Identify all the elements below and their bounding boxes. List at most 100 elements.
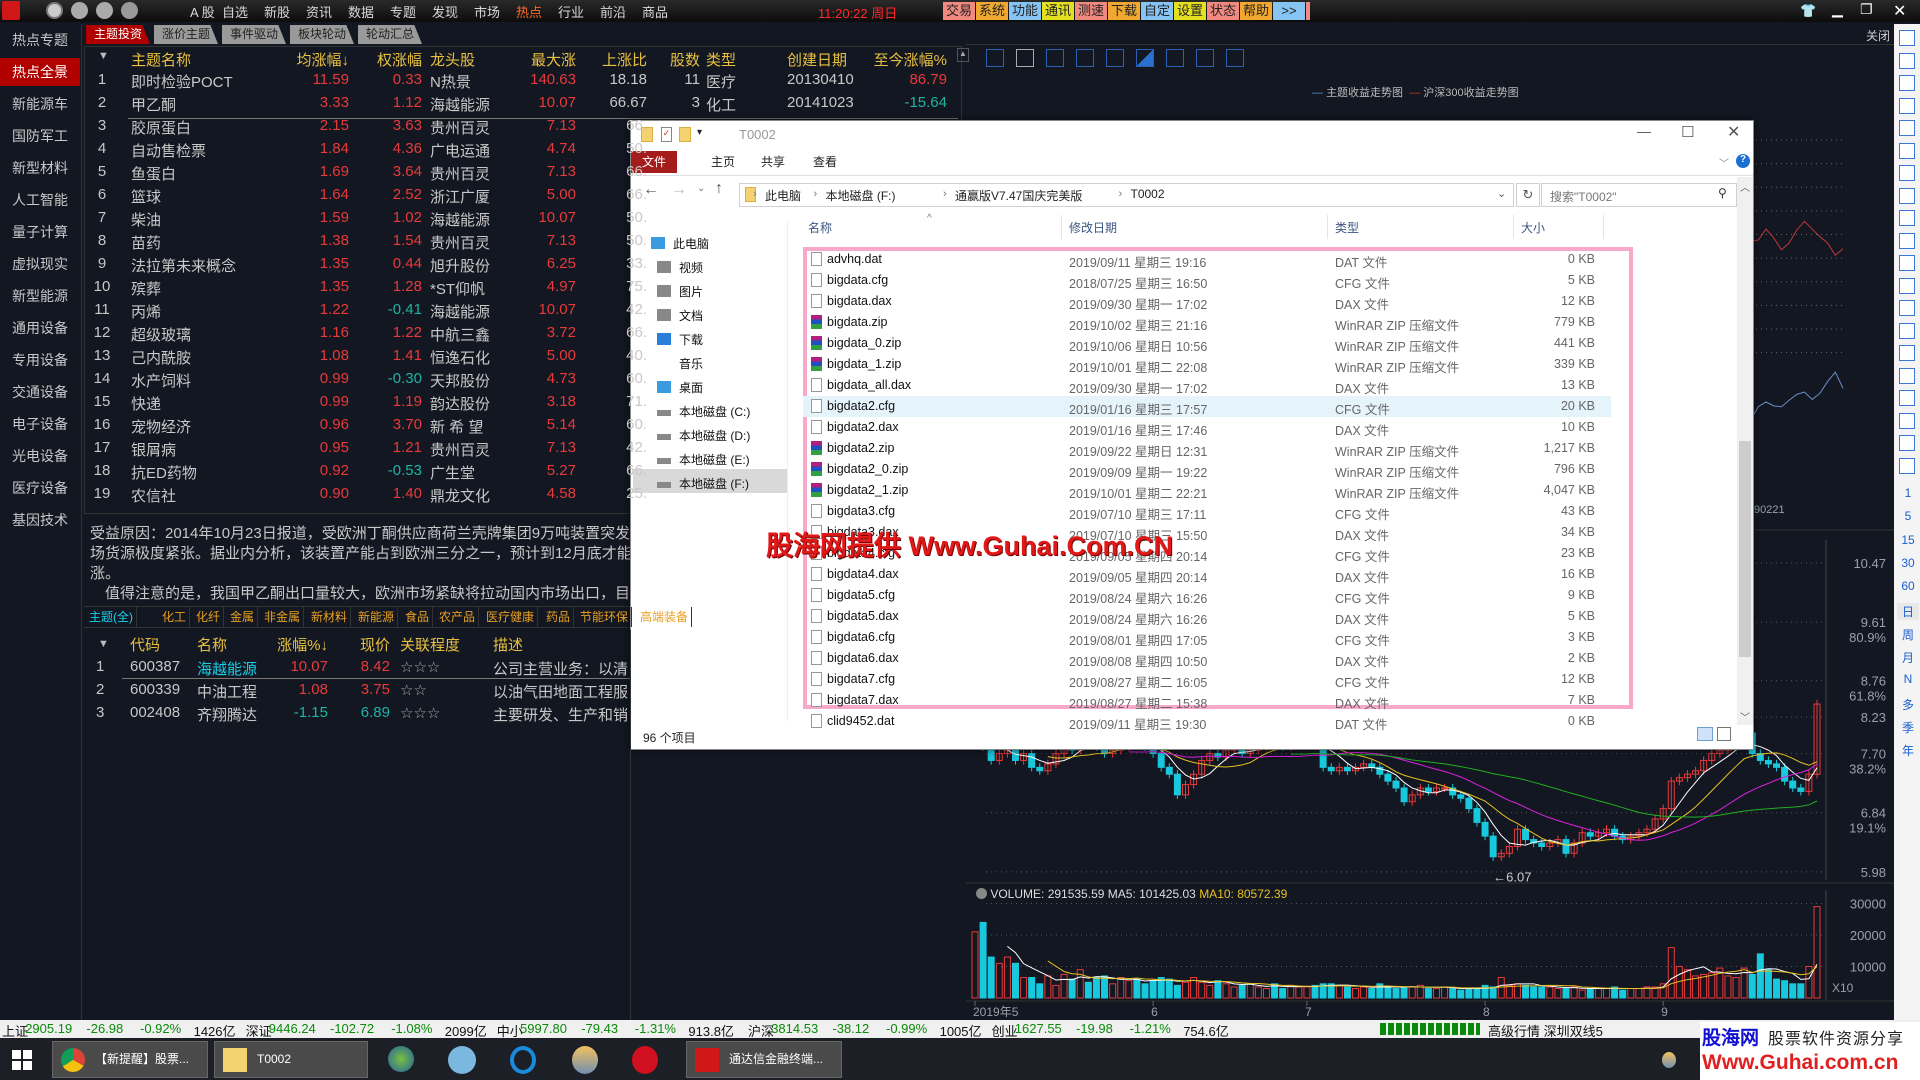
breadcrumb-item[interactable]: T0002 (1131, 187, 1165, 201)
toolbar-tool-icon[interactable] (1899, 165, 1915, 181)
ribbon-expand-icon[interactable]: ﹀ (1719, 155, 1729, 170)
maximize-button[interactable]: ☐ (1681, 123, 1694, 141)
column-header[interactable]: 至今涨幅% (874, 49, 947, 70)
column-header[interactable]: 涨幅%↓ (277, 634, 328, 655)
details-view-icon[interactable] (1697, 727, 1713, 741)
scatter-tool-icon[interactable] (1106, 49, 1124, 67)
toolbar-tool-icon[interactable] (1899, 345, 1915, 361)
sidebar-item[interactable]: 医疗设备 (0, 474, 80, 502)
toolbar-tool-icon[interactable] (1899, 30, 1915, 46)
file-row[interactable]: bigdata2_0.zip 2019/09/09 星期一 19:22 WinRAR… (803, 459, 1611, 480)
search-icon[interactable]: ⚲ (1718, 186, 1727, 200)
forward-button[interactable]: → (671, 181, 687, 199)
refresh-button[interactable]: ↻ (1516, 183, 1540, 207)
toolbar-tool-icon[interactable] (1899, 120, 1915, 136)
grid-tool-icon[interactable] (1196, 49, 1214, 67)
app-icon[interactable] (572, 1046, 598, 1074)
mask-icon[interactable] (121, 2, 138, 19)
table-cell[interactable]: 殡葬 (131, 278, 161, 299)
new-folder-icon[interactable] (679, 127, 691, 142)
function-button[interactable]: 交易 (943, 2, 975, 20)
column-header[interactable]: 股数 (670, 49, 700, 70)
tab-3[interactable]: 板块轮动 (290, 25, 355, 44)
category-tab[interactable]: 医疗健康 (483, 607, 539, 627)
file-row[interactable]: bigdata4.dax 2019/09/05 星期四 20:14 DAX 文件 16… (803, 564, 1611, 585)
taskbar-item[interactable]: 通达信金融终端... (686, 1041, 842, 1078)
area-tool-icon[interactable] (1136, 49, 1154, 67)
search-input[interactable]: 搜索"T0002" (1541, 183, 1737, 207)
tab-2[interactable]: 事件驱动 (222, 25, 287, 44)
column-header[interactable]: 主题名称 (131, 49, 191, 70)
file-row[interactable]: bigdata5.dax 2019/08/24 星期六 16:26 DAX 文件 5 … (803, 606, 1611, 627)
table-cell[interactable]: 齐翔腾达 (197, 704, 257, 725)
restore-icon[interactable]: ❐ (1860, 1, 1873, 18)
period-button[interactable]: 月 (1897, 649, 1919, 666)
table-cell[interactable]: 002408 (130, 704, 180, 721)
function-button[interactable]: 设置 (1174, 2, 1206, 20)
ribbon-tab-2[interactable]: 共享 (749, 151, 785, 173)
column-header[interactable]: 现价 (360, 634, 390, 655)
sidebar-item[interactable]: 虚拟现实 (0, 250, 80, 278)
volume-toggle-icon[interactable] (976, 888, 987, 899)
quick-access-dropdown-icon[interactable]: ▾ (697, 127, 702, 138)
file-row[interactable]: bigdata7.cfg 2019/08/27 星期二 16:05 CFG 文件 12… (803, 669, 1611, 690)
file-row[interactable]: bigdata_1.zip 2019/10/01 星期二 22:08 WinRAR … (803, 354, 1611, 375)
toolbar-tool-icon[interactable] (1899, 210, 1915, 226)
taskbar-item[interactable]: 【新提醒】股票... (52, 1041, 208, 1078)
toolbar-tool-icon[interactable] (1899, 255, 1915, 271)
function-button[interactable]: 自定 (1141, 2, 1173, 20)
nav-item[interactable]: 音乐 (679, 355, 703, 372)
table-cell[interactable]: 篮球 (131, 186, 161, 207)
file-row[interactable]: bigdata2_1.zip 2019/10/01 星期二 22:21 WinRAR… (803, 480, 1611, 501)
sidebar-item[interactable]: 电子设备 (0, 410, 80, 438)
file-row[interactable]: bigdata6.cfg 2019/08/01 星期四 17:05 CFG 文件 3 … (803, 627, 1611, 648)
category-tab[interactable]: 药品 (543, 607, 575, 627)
table-cell[interactable]: 超级玻璃 (131, 324, 191, 345)
table-cell[interactable]: 宠物经济 (131, 416, 191, 437)
close-chart-button[interactable]: 关闭 (1866, 27, 1890, 44)
category-tab[interactable]: 食品 (402, 607, 434, 627)
table-cell[interactable]: 柴油 (131, 209, 161, 230)
toolbar-tool-icon[interactable] (1899, 300, 1915, 316)
vtvm-tool-icon[interactable] (1226, 49, 1244, 67)
function-button[interactable]: 状态 (1207, 2, 1239, 20)
toolbar-tool-icon[interactable] (1899, 75, 1915, 91)
trading-app-icon[interactable] (632, 1046, 658, 1074)
toolbar-tool-icon[interactable] (1899, 457, 1915, 474)
toolbar-tool-icon[interactable] (1899, 412, 1915, 429)
nav-item[interactable]: 本地磁盘 (D:) (679, 427, 750, 444)
file-row[interactable]: clid9452.dat 2019/09/11 星期三 19:30 DAT 文件 0 … (803, 711, 1611, 732)
period-button[interactable]: 15 (1897, 533, 1919, 547)
toolbar-tool-icon[interactable] (1899, 277, 1915, 294)
category-tab[interactable]: 主题(全) (86, 607, 137, 627)
menu-item-6[interactable]: 发现 (432, 2, 458, 21)
menu-item-9[interactable]: 行业 (558, 2, 584, 21)
menu-item-7[interactable]: 市场 (474, 2, 500, 21)
period-button[interactable]: 周 (1897, 626, 1919, 643)
menu-item-1[interactable]: 自选 (222, 2, 248, 21)
table-cell[interactable]: 己内酰胺 (131, 347, 191, 368)
toolbar-tool-icon[interactable] (1899, 435, 1915, 451)
windows-start-icon[interactable] (12, 1050, 32, 1070)
table-cell[interactable]: 抗ED药物 (131, 462, 197, 483)
large-icons-view-icon[interactable] (1717, 727, 1731, 741)
table-cell[interactable]: 快递 (131, 393, 161, 414)
nav-item[interactable]: 此电脑 (673, 235, 709, 252)
category-tab[interactable]: 新能源 (355, 607, 399, 627)
table-cell[interactable]: 胶原蛋白 (131, 117, 191, 138)
column-header[interactable]: 修改日期 (1069, 219, 1117, 236)
column-header[interactable]: 上涨比 (602, 49, 647, 70)
column-header[interactable]: 代码 (130, 634, 160, 655)
table-cell[interactable]: 苗药 (131, 232, 161, 253)
table-cell[interactable]: 600387 (130, 658, 180, 675)
menu-item-2[interactable]: 新股 (264, 2, 290, 21)
scroll-down-arrow[interactable]: ﹀ (1740, 709, 1750, 724)
toolbar-tool-icon[interactable] (1899, 142, 1915, 159)
period-button[interactable]: 5 (1897, 509, 1919, 523)
column-header[interactable]: 最大涨 (531, 49, 576, 70)
menu-item-10[interactable]: 前沿 (600, 2, 626, 21)
file-row[interactable]: bigdata.zip 2019/10/02 星期三 21:16 WinRAR ZI… (803, 312, 1611, 333)
function-button[interactable]: 下载 (1108, 2, 1140, 20)
toolbar-tool-icon[interactable] (1899, 367, 1915, 384)
forward-icon[interactable] (96, 2, 113, 19)
